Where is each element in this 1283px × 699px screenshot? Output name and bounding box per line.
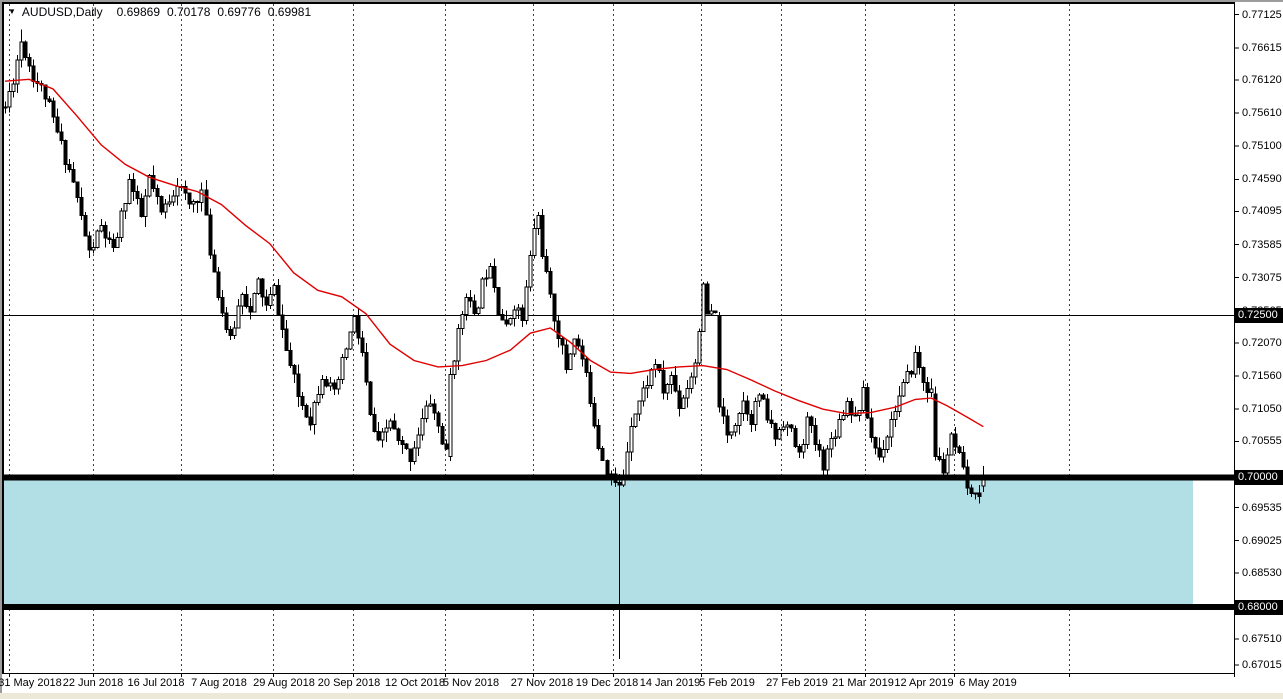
high-value: 0.70178	[167, 5, 210, 19]
date-axis-label: 20 Sep 2018	[318, 677, 380, 689]
price-axis-label: 0.72070	[1242, 337, 1282, 350]
price-axis-label: 0.74590	[1242, 173, 1282, 186]
date-axis-label: 7 Aug 2018	[191, 677, 247, 689]
price-axis-label: 0.73075	[1242, 272, 1282, 285]
symbol-period-label: AUDUSD,Daily	[22, 5, 103, 19]
price-axis-label: 0.76615	[1242, 42, 1282, 55]
price-axis-label: 0.73585	[1242, 239, 1282, 252]
open-value: 0.69869	[117, 5, 160, 19]
support-zone-rectangle[interactable]	[3, 477, 1193, 607]
date-axis-label: 27 Feb 2019	[766, 677, 828, 689]
date-axis-label: 12 Oct 2018	[385, 677, 445, 689]
ohlc-header: ▼ AUDUSD,Daily 0.69869 0.70178 0.69776 0…	[8, 5, 318, 19]
date-axis-label: 5 Feb 2019	[699, 677, 755, 689]
date-axis-label: 31 May 2018	[0, 677, 62, 689]
close-value: 0.69981	[268, 5, 311, 19]
price-line-label-highlighted: 0.68000	[1235, 600, 1283, 615]
price-axis-label: 0.76120	[1242, 74, 1282, 87]
price-axis-label: 0.69025	[1242, 535, 1282, 548]
date-axis-label: 22 Jun 2018	[63, 677, 124, 689]
price-line-label-highlighted: 0.70000	[1235, 470, 1283, 485]
date-axis-label: 27 Nov 2018	[511, 677, 573, 689]
price-axis-label: 0.71050	[1242, 403, 1282, 416]
date-axis-label: 5 Nov 2018	[443, 677, 499, 689]
price-axis-label: 0.67015	[1242, 659, 1282, 672]
bottom-strip	[0, 693, 1283, 699]
low-value: 0.69776	[217, 5, 260, 19]
price-axis-label: 0.67510	[1242, 633, 1282, 646]
date-axis-label: 21 Mar 2019	[832, 677, 894, 689]
price-axis-label: 0.71560	[1242, 370, 1282, 383]
price-axis-label: 0.77125	[1242, 9, 1282, 22]
price-axis-label: 0.70555	[1242, 435, 1282, 448]
price-axis-label: 0.74095	[1242, 205, 1282, 218]
price-axis-label: 0.68530	[1242, 567, 1282, 580]
symbol-dropdown-icon[interactable]: ▼	[8, 7, 16, 16]
price-chart-canvas[interactable]	[0, 0, 1283, 699]
price-axis-label: 0.75100	[1242, 140, 1282, 153]
chart-window: ▼ AUDUSD,Daily 0.69869 0.70178 0.69776 0…	[0, 0, 1283, 699]
date-axis-label: 16 Jul 2018	[128, 677, 185, 689]
price-axis-label: 0.75610	[1242, 107, 1282, 120]
date-axis-label: 12 Apr 2019	[894, 677, 953, 689]
date-axis-label: 29 Aug 2018	[253, 677, 315, 689]
date-axis-label: 19 Dec 2018	[576, 677, 638, 689]
price-axis-label: 0.69535	[1242, 502, 1282, 515]
price-line-label-highlighted: 0.72500	[1235, 308, 1283, 323]
date-axis-label: 6 May 2019	[959, 677, 1016, 689]
date-axis-label: 14 Jan 2019	[640, 677, 701, 689]
